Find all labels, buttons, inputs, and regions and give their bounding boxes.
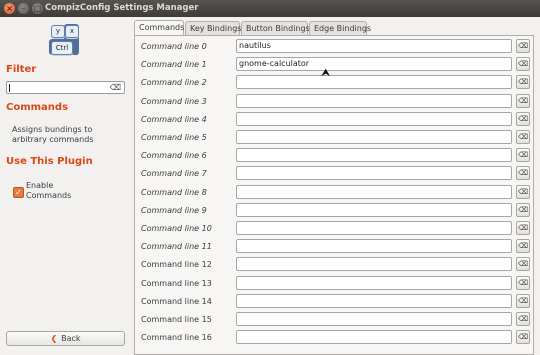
command-row: Command line 10 ⌫ bbox=[135, 220, 533, 238]
key-ctrl-icon: Ctrl bbox=[51, 41, 73, 55]
clear-command-button[interactable]: ⌫ bbox=[516, 293, 530, 308]
command-row: Command line 11 ⌫ bbox=[135, 238, 533, 256]
command-label: Command line 8 bbox=[141, 187, 207, 197]
command-label: Command line 15 bbox=[141, 315, 212, 324]
command-row: Command line 12 ⌫ bbox=[135, 256, 533, 274]
command-label: Command line 1 bbox=[141, 60, 207, 70]
command-row: Command line 5 ⌫ bbox=[135, 129, 533, 147]
command-label: Command line 0 bbox=[141, 42, 207, 51]
command-input[interactable] bbox=[236, 312, 512, 326]
command-input[interactable] bbox=[236, 221, 512, 235]
command-input[interactable] bbox=[236, 275, 512, 290]
filter-heading: Filter bbox=[6, 64, 37, 75]
title-bar: × – □ CompizConfig Settings Manager bbox=[0, 0, 540, 17]
command-input[interactable]: nautilus bbox=[236, 39, 512, 53]
use-plugin-heading: Use This Plugin bbox=[6, 156, 93, 167]
clear-command-button[interactable]: ⌫ bbox=[516, 39, 530, 53]
clear-command-button[interactable]: ⌫ bbox=[516, 166, 530, 181]
clear-command-button[interactable]: ⌫ bbox=[516, 239, 530, 254]
clear-command-button[interactable]: ⌫ bbox=[516, 57, 530, 72]
command-input[interactable] bbox=[236, 148, 512, 163]
clear-command-button[interactable]: ⌫ bbox=[516, 130, 530, 144]
command-row: Command line 9 ⌫ bbox=[135, 202, 533, 220]
command-label: Command line 4 bbox=[141, 114, 207, 124]
clear-command-button[interactable]: ⌫ bbox=[516, 221, 530, 235]
command-input[interactable] bbox=[236, 93, 512, 108]
clear-command-button[interactable]: ⌫ bbox=[516, 75, 530, 90]
back-chevron-icon: ❮ bbox=[50, 334, 58, 343]
back-button[interactable]: ❮ Back bbox=[6, 331, 125, 346]
command-label: Command line 14 bbox=[141, 296, 212, 306]
command-input[interactable] bbox=[236, 202, 512, 217]
key-x-icon: x bbox=[65, 25, 79, 38]
command-label: Command line 13 bbox=[141, 278, 212, 288]
clear-command-button[interactable]: ⌫ bbox=[516, 111, 530, 126]
plugin-description: Assigns bundings to arbitrary commands bbox=[12, 125, 94, 144]
command-label: Command line 2 bbox=[141, 78, 207, 88]
command-label: Command line 6 bbox=[141, 151, 207, 161]
clear-command-button[interactable]: ⌫ bbox=[516, 202, 530, 217]
command-input[interactable] bbox=[236, 75, 512, 90]
key-y-icon: y bbox=[51, 25, 65, 38]
command-input[interactable] bbox=[236, 239, 512, 254]
mouse-cursor-icon: ⮝ bbox=[321, 66, 331, 79]
tab-commands[interactable]: Commands bbox=[134, 20, 184, 36]
command-row: Command line 7 ⌫ bbox=[135, 165, 533, 183]
command-input[interactable]: gnome-calculator bbox=[236, 57, 512, 72]
tab-button-bindings[interactable]: Button Bindings bbox=[241, 21, 310, 35]
command-label: Command line 5 bbox=[141, 133, 207, 142]
command-row: Command line 0 nautilus ⌫ bbox=[135, 38, 533, 56]
command-row: Command line 3 ⌫ bbox=[135, 93, 533, 111]
command-row: Command line 4 ⌫ bbox=[135, 111, 533, 129]
close-button[interactable]: × bbox=[4, 3, 15, 14]
command-label: Command line 12 bbox=[141, 260, 212, 270]
command-input[interactable] bbox=[236, 330, 512, 345]
commands-panel: Command line 0 nautilus ⌫ Command line 1 gno… bbox=[134, 35, 534, 355]
clear-command-button[interactable]: ⌫ bbox=[516, 93, 530, 108]
command-label: Command line 10 bbox=[141, 224, 212, 233]
command-input[interactable] bbox=[236, 111, 512, 126]
command-input[interactable] bbox=[236, 293, 512, 308]
minimize-button[interactable]: – bbox=[18, 3, 29, 14]
command-row: Command line 8 ⌫ bbox=[135, 184, 533, 202]
enable-label: Enable Commands bbox=[26, 181, 72, 200]
clear-command-button[interactable]: ⌫ bbox=[516, 330, 530, 345]
tab-key-bindings[interactable]: Key Bindings bbox=[185, 21, 241, 35]
command-input[interactable] bbox=[236, 130, 512, 144]
command-row: Command line 16 ⌫ bbox=[135, 329, 533, 347]
keyboard-shortcut-icon: y x Ctrl bbox=[47, 23, 85, 57]
tab-edge-bindings[interactable]: Edge Bindings bbox=[309, 21, 371, 35]
text-caret bbox=[9, 84, 10, 92]
clear-command-button[interactable]: ⌫ bbox=[516, 312, 530, 326]
command-row: Command line 15 ⌫ bbox=[135, 311, 533, 329]
command-row: Command line 6 ⌫ bbox=[135, 147, 533, 165]
command-label: Command line 16 bbox=[141, 333, 212, 343]
back-label: Back bbox=[61, 334, 81, 343]
command-row: Command line 1 gnome-calculator ⌫ bbox=[135, 56, 533, 74]
clear-command-button[interactable]: ⌫ bbox=[516, 148, 530, 163]
command-label: Command line 11 bbox=[141, 242, 212, 252]
clear-command-button[interactable]: ⌫ bbox=[516, 275, 530, 290]
clear-command-button[interactable]: ⌫ bbox=[516, 184, 530, 199]
command-label: Command line 7 bbox=[141, 169, 207, 179]
command-input[interactable] bbox=[236, 166, 512, 181]
command-input[interactable] bbox=[236, 257, 512, 272]
clear-command-button[interactable]: ⌫ bbox=[516, 257, 530, 272]
sidebar: y x Ctrl Filter ⌫ Commands Assigns bundi… bbox=[0, 17, 130, 355]
command-label: Command line 9 bbox=[141, 205, 207, 215]
command-row: Command line 14 ⌫ bbox=[135, 293, 533, 311]
filter-input[interactable]: ⌫ bbox=[6, 81, 125, 94]
command-row: Command line 2 ⌫ bbox=[135, 74, 533, 92]
maximize-button[interactable]: □ bbox=[32, 3, 43, 14]
command-label: Command line 3 bbox=[141, 96, 207, 106]
command-row: Command line 13 ⌫ bbox=[135, 275, 533, 293]
plugin-heading: Commands bbox=[6, 102, 69, 113]
command-input[interactable] bbox=[236, 184, 512, 199]
main-content: Commands Key Bindings Button Bindings Ed… bbox=[134, 17, 540, 355]
clear-filter-icon[interactable]: ⌫ bbox=[110, 83, 121, 92]
enable-checkbox[interactable]: ✓ bbox=[13, 187, 24, 198]
window-title: CompizConfig Settings Manager bbox=[45, 3, 199, 13]
